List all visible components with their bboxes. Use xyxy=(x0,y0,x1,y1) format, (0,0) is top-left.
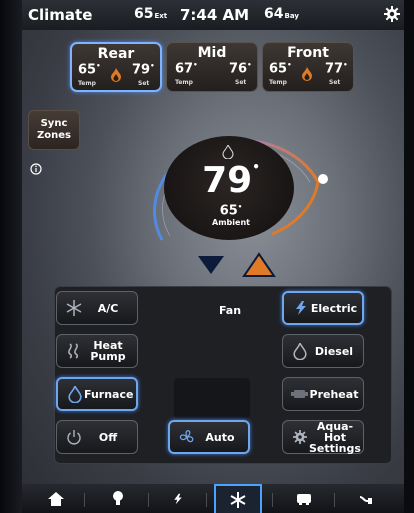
flame-icon xyxy=(111,68,121,82)
lightning-icon xyxy=(292,299,310,317)
bay-temperature: 64Bay xyxy=(264,6,299,22)
ambient-label: Ambient xyxy=(212,218,250,227)
off-mode-button[interactable]: Off xyxy=(56,420,138,454)
sync-zones-label-2: Zones xyxy=(37,130,71,141)
engine-icon xyxy=(291,385,309,403)
gear-icon xyxy=(291,428,309,446)
bottom-nav xyxy=(22,484,404,513)
zone-name: Mid xyxy=(197,45,227,61)
zone-name: Rear xyxy=(97,46,135,62)
exterior-temperature: 65Ext xyxy=(134,6,168,22)
heat-pump-label: Heat Pump xyxy=(90,339,126,363)
flame-icon xyxy=(302,67,312,81)
temperature-up-button[interactable] xyxy=(242,252,276,278)
zone-set-label: Set xyxy=(235,79,247,86)
nav-divider xyxy=(272,493,273,507)
nav-divider xyxy=(206,493,207,507)
aqua-hot-label: Aqua-Hot Settings xyxy=(309,419,361,455)
zone-set: 77• xyxy=(325,61,348,77)
diesel-heat-button[interactable]: Diesel xyxy=(282,334,364,368)
zone-name: Front xyxy=(287,45,329,61)
preheat-button[interactable]: Preheat xyxy=(282,377,364,411)
sync-zones-label-1: Sync xyxy=(40,118,68,129)
snowflake-icon xyxy=(65,299,83,317)
page-title: Climate xyxy=(28,6,93,24)
snowflake-icon xyxy=(230,491,246,508)
furnace-label: Furnace xyxy=(84,387,134,401)
clock: 7:44 AM xyxy=(180,6,250,24)
auto-label: Auto xyxy=(205,430,235,444)
flame-icon xyxy=(222,145,234,159)
nav-divider xyxy=(84,493,85,507)
setpoint-temperature: 79• xyxy=(202,160,260,201)
zone-set-label: Set xyxy=(138,80,150,87)
zone-set: 76• xyxy=(229,61,252,77)
home-icon xyxy=(48,491,64,506)
status-bar: Climate 65Ext 7:44 AM 64Bay xyxy=(22,0,404,30)
drop-icon xyxy=(291,342,309,360)
diesel-label: Diesel xyxy=(314,344,354,358)
zone-temp: 65• xyxy=(269,61,292,77)
gear-icon[interactable] xyxy=(384,6,400,22)
nav-climate[interactable] xyxy=(214,484,262,513)
electric-label: Electric xyxy=(310,301,358,315)
climate-screen: Climate 65Ext 7:44 AM 64Bay Rear 65• Tem… xyxy=(22,0,404,513)
temperature-down-button[interactable] xyxy=(198,256,224,274)
heat-waves-icon xyxy=(65,342,83,360)
nav-plug[interactable] xyxy=(346,484,386,513)
aqua-hot-settings-button[interactable]: Aqua-Hot Settings xyxy=(282,420,364,454)
nav-divider xyxy=(334,493,335,507)
light-bulb-icon xyxy=(113,491,123,505)
nav-divider xyxy=(148,493,149,507)
zone-card-rear[interactable]: Rear 65• Temp 79• Set xyxy=(70,42,162,92)
fan-label: Fan xyxy=(218,304,242,317)
ambient-temperature: 65• xyxy=(219,203,243,219)
zone-temp: 65• xyxy=(78,62,101,78)
nav-lighting[interactable] xyxy=(98,484,138,513)
heat-pump-mode-button[interactable]: Heat Pump xyxy=(56,334,138,368)
nav-power[interactable] xyxy=(158,484,198,513)
off-label: Off xyxy=(98,430,118,444)
fan-speed-area xyxy=(174,378,250,418)
zone-set-label: Set xyxy=(329,79,341,86)
zone-temp: 67• xyxy=(175,61,198,77)
nav-generator[interactable] xyxy=(284,484,324,513)
power-icon xyxy=(65,428,83,446)
ac-label: A/C xyxy=(97,301,119,315)
lightning-icon xyxy=(174,493,182,504)
zone-card-front[interactable]: Front 65• Temp 77• Set xyxy=(262,42,354,92)
screen-bezel-right xyxy=(404,0,414,513)
generator-icon xyxy=(297,493,311,505)
info-icon[interactable] xyxy=(30,163,42,175)
ac-mode-button[interactable]: A/C xyxy=(56,291,138,325)
preheat-label: Preheat xyxy=(309,387,359,401)
flame-icon xyxy=(66,385,84,403)
fan-auto-button[interactable]: Auto xyxy=(168,420,250,454)
fan-icon xyxy=(178,428,196,446)
furnace-mode-button[interactable]: Furnace xyxy=(56,377,138,411)
setpoint-slider-handle[interactable] xyxy=(318,174,328,184)
nav-home[interactable] xyxy=(36,484,76,513)
zone-set: 79• xyxy=(132,62,155,78)
zone-card-mid[interactable]: Mid 67• Temp 76• Set xyxy=(166,42,258,92)
zone-temp-label: Temp xyxy=(269,79,287,86)
sync-zones-button[interactable]: Sync Zones xyxy=(28,110,80,150)
zone-temp-label: Temp xyxy=(175,79,193,86)
plug-icon xyxy=(359,495,372,504)
electric-heat-button[interactable]: Electric xyxy=(282,291,364,325)
screen-bezel-left xyxy=(0,0,22,513)
zone-temp-label: Temp xyxy=(78,80,96,87)
